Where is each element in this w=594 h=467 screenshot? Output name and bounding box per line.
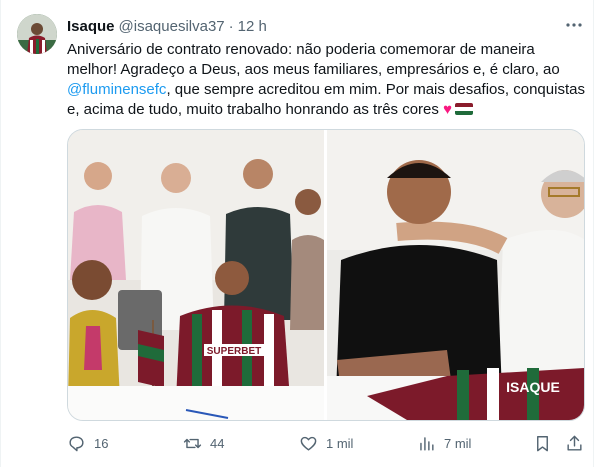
tweet-time[interactable]: 12 h — [238, 18, 267, 35]
repost-icon — [183, 438, 202, 448]
views-bar-chart-icon — [420, 436, 434, 451]
repost-count: 44 — [210, 435, 225, 451]
superbet-sponsor-text: SUPERBET — [207, 346, 261, 357]
repost-button[interactable]: 44 — [183, 430, 224, 456]
more-options-button[interactable] — [563, 14, 585, 36]
mention-link[interactable]: @fluminensefc — [67, 81, 166, 98]
author-avatar[interactable] — [17, 14, 57, 54]
tweet-header: Isaque @isaquesilva37 · 12 h — [67, 16, 267, 36]
author-name[interactable]: Isaque — [67, 18, 115, 35]
like-button[interactable]: 1 mil — [299, 430, 353, 456]
tweet-actions: 16 44 1 mil 7 mil — [67, 430, 587, 456]
photo-group-contract[interactable]: SUPERBET — [68, 130, 324, 420]
media-grid[interactable]: SUPERBET ISAQUE — [67, 129, 585, 421]
views-button[interactable]: 7 mil — [417, 430, 471, 456]
bookmark-button[interactable] — [533, 430, 552, 456]
flag-stripe-bottom — [454, 111, 473, 115]
views-count: 7 mil — [444, 435, 472, 451]
bookmark-icon — [537, 435, 548, 451]
heart-emoji-icon: ♥ — [443, 101, 452, 118]
group-photo-image: SUPERBET — [68, 130, 324, 420]
tweet-card[interactable]: Isaque @isaquesilva37 · 12 h Aniversário… — [0, 0, 594, 467]
shirt-name-text: ISAQUE — [506, 379, 560, 395]
reply-icon — [69, 435, 84, 451]
like-count: 1 mil — [326, 435, 354, 451]
separator-dot: · — [228, 17, 234, 35]
avatar-image — [17, 14, 57, 54]
share-button[interactable] — [565, 430, 584, 456]
reply-count: 16 — [94, 435, 109, 451]
like-heart-icon — [300, 436, 317, 451]
signing-photo-image: ISAQUE — [327, 130, 584, 420]
share-icon — [567, 435, 582, 451]
reply-button[interactable]: 16 — [67, 430, 108, 456]
author-handle[interactable]: @isaquesilva37 — [119, 18, 225, 35]
hungary-flag-icon — [454, 103, 473, 115]
more-dots-icon — [566, 23, 582, 27]
tweet-text: Aniversário de contrato renovado: não po… — [67, 40, 587, 120]
photo-signing[interactable]: ISAQUE — [327, 130, 584, 420]
tweet-text-part1: Aniversário de contrato renovado: não po… — [67, 41, 560, 78]
